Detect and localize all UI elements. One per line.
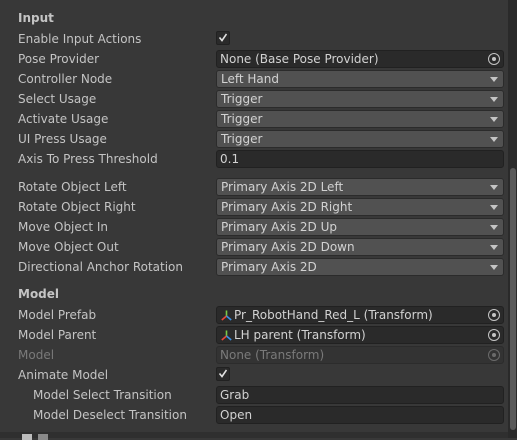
- pose-provider-value: None (Base Pose Provider): [220, 52, 379, 66]
- enable-input-actions-checkbox[interactable]: [216, 31, 230, 45]
- pose-provider-field[interactable]: None (Base Pose Provider): [216, 50, 504, 68]
- ui-press-usage-dropdown[interactable]: Trigger: [216, 130, 504, 148]
- ui-press-usage-value: Trigger: [221, 132, 263, 146]
- model-label: Model: [18, 348, 55, 362]
- dropdown-arrow-icon: [490, 77, 498, 82]
- pose-provider-label: Pose Provider: [18, 52, 100, 66]
- model-prefab-label: Model Prefab: [18, 308, 97, 322]
- activate-usage-value: Trigger: [221, 112, 263, 126]
- bottom-toolbar: [0, 432, 508, 440]
- model-prefab-row: Model Prefab Pr_RobotHand_Red_L (Transfo…: [0, 305, 508, 325]
- model-select-transition-label: Model Select Transition: [33, 388, 172, 402]
- model-deselect-transition-input[interactable]: Open: [216, 406, 504, 424]
- select-usage-label: Select Usage: [18, 92, 97, 106]
- toolbar-icon[interactable]: [22, 434, 32, 440]
- model-prefab-value: Pr_RobotHand_Red_L (Transform): [234, 308, 433, 322]
- dropdown-arrow-icon: [490, 185, 498, 190]
- move-object-in-value: Primary Axis 2D Up: [221, 220, 337, 234]
- rotate-object-left-dropdown[interactable]: Primary Axis 2D Left: [216, 178, 504, 196]
- dropdown-arrow-icon: [490, 225, 498, 230]
- model-select-transition-value: Grab: [220, 388, 250, 402]
- rotate-object-left-label: Rotate Object Left: [18, 180, 127, 194]
- dropdown-arrow-icon: [490, 265, 498, 270]
- checkmark-icon: [219, 33, 227, 42]
- activate-usage-label: Activate Usage: [18, 112, 109, 126]
- directional-anchor-rotation-dropdown[interactable]: Primary Axis 2D: [216, 258, 504, 276]
- model-parent-value: LH parent (Transform): [234, 328, 366, 342]
- transform-axes-icon: [221, 330, 232, 341]
- rotate-object-left-value: Primary Axis 2D Left: [221, 180, 344, 194]
- rotate-object-left-row: Rotate Object Left Primary Axis 2D Left: [0, 177, 508, 197]
- model-prefab-field[interactable]: Pr_RobotHand_Red_L (Transform): [216, 306, 504, 324]
- enable-input-actions-row: Enable Input Actions: [0, 29, 508, 49]
- move-object-out-row: Move Object Out Primary Axis 2D Down: [0, 237, 508, 257]
- model-deselect-transition-value: Open: [220, 408, 253, 422]
- axis-to-press-threshold-row: Axis To Press Threshold 0.1: [0, 149, 508, 169]
- model-value: None (Transform): [220, 348, 325, 362]
- axis-to-press-threshold-value: 0.1: [220, 152, 240, 166]
- transform-axes-icon: [221, 310, 232, 321]
- move-object-out-value: Primary Axis 2D Down: [221, 240, 355, 254]
- model-deselect-transition-row: Model Deselect Transition Open: [0, 405, 508, 425]
- controller-node-label: Controller Node: [18, 72, 113, 86]
- animate-model-label: Animate Model: [18, 368, 109, 382]
- ui-press-usage-row: UI Press Usage Trigger: [0, 129, 508, 149]
- select-usage-value: Trigger: [221, 92, 263, 106]
- move-object-in-dropdown[interactable]: Primary Axis 2D Up: [216, 218, 504, 236]
- dropdown-arrow-icon: [490, 205, 498, 210]
- object-picker-icon[interactable]: [488, 329, 500, 341]
- rotate-object-right-label: Rotate Object Right: [18, 200, 136, 214]
- directional-anchor-rotation-row: Directional Anchor Rotation Primary Axis…: [0, 257, 508, 277]
- animate-model-checkbox[interactable]: [216, 367, 230, 381]
- rotate-object-right-value: Primary Axis 2D Right: [221, 200, 353, 214]
- model-parent-field[interactable]: LH parent (Transform): [216, 326, 504, 344]
- model-section-header: Model: [18, 287, 60, 301]
- scrollbar-thumb[interactable]: [510, 168, 516, 430]
- object-picker-icon[interactable]: [488, 309, 500, 321]
- directional-anchor-rotation-value: Primary Axis 2D: [221, 260, 317, 274]
- dropdown-arrow-icon: [490, 117, 498, 122]
- controller-node-row: Controller Node Left Hand: [0, 69, 508, 89]
- move-object-in-row: Move Object In Primary Axis 2D Up: [0, 217, 508, 237]
- model-row: Model None (Transform): [0, 345, 508, 365]
- enable-input-actions-label: Enable Input Actions: [18, 32, 142, 46]
- model-field: None (Transform): [216, 346, 504, 364]
- move-object-out-label: Move Object Out: [18, 240, 119, 254]
- move-object-in-label: Move Object In: [18, 220, 109, 234]
- model-deselect-transition-label: Model Deselect Transition: [33, 408, 187, 422]
- inspector-panel: Input Enable Input Actions Pose Provider…: [0, 0, 508, 440]
- move-object-out-dropdown[interactable]: Primary Axis 2D Down: [216, 238, 504, 256]
- directional-anchor-rotation-label: Directional Anchor Rotation: [18, 260, 184, 274]
- dropdown-arrow-icon: [490, 137, 498, 142]
- object-picker-icon[interactable]: [488, 53, 500, 65]
- model-select-transition-row: Model Select Transition Grab: [0, 385, 508, 405]
- dropdown-arrow-icon: [490, 245, 498, 250]
- pose-provider-row: Pose Provider None (Base Pose Provider): [0, 49, 508, 69]
- rotate-object-right-row: Rotate Object Right Primary Axis 2D Righ…: [0, 197, 508, 217]
- ui-press-usage-label: UI Press Usage: [18, 132, 107, 146]
- controller-node-dropdown[interactable]: Left Hand: [216, 70, 504, 88]
- controller-node-value: Left Hand: [221, 72, 279, 86]
- select-usage-dropdown[interactable]: Trigger: [216, 90, 504, 108]
- axis-to-press-threshold-input[interactable]: 0.1: [216, 150, 504, 168]
- checkmark-icon: [219, 369, 227, 378]
- animate-model-row: Animate Model: [0, 365, 508, 385]
- activate-usage-row: Activate Usage Trigger: [0, 109, 508, 129]
- axis-to-press-threshold-label: Axis To Press Threshold: [18, 152, 158, 166]
- toolbar-icon[interactable]: [38, 434, 48, 440]
- activate-usage-dropdown[interactable]: Trigger: [216, 110, 504, 128]
- rotate-object-right-dropdown[interactable]: Primary Axis 2D Right: [216, 198, 504, 216]
- select-usage-row: Select Usage Trigger: [0, 89, 508, 109]
- input-section-header: Input: [18, 11, 54, 25]
- model-parent-row: Model Parent LH parent (Transform): [0, 325, 508, 345]
- model-parent-label: Model Parent: [18, 328, 97, 342]
- object-picker-icon: [488, 349, 500, 361]
- dropdown-arrow-icon: [490, 97, 498, 102]
- model-select-transition-input[interactable]: Grab: [216, 386, 504, 404]
